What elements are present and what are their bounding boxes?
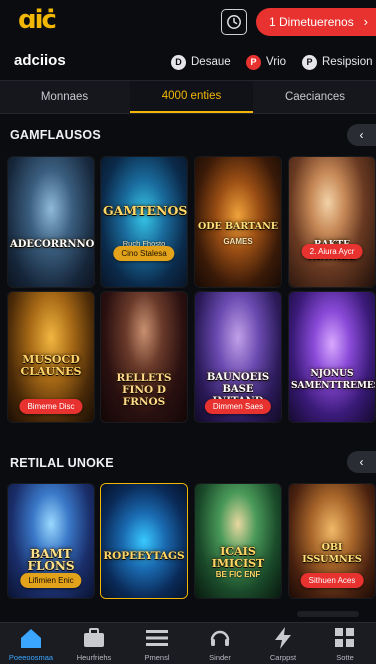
lightning-icon (271, 626, 295, 650)
nav-item-support[interactable]: Sinder (189, 623, 251, 664)
game-card-button[interactable]: Bimeme Disc (19, 399, 83, 414)
game-card-button-label: Lifimien Enic (28, 576, 74, 585)
game-card-title: MUSOCD CLAUNES (20, 353, 82, 378)
game-card-button[interactable]: Cino Stalesa (113, 246, 175, 261)
nav-item-label: Poeeoosmaa (8, 653, 54, 662)
section-scroll-button[interactable]: ‹ (347, 124, 376, 146)
game-card-button-label: Bimeme Disc (27, 402, 75, 411)
game-card-title: BAMT FLONS (27, 547, 75, 573)
game-card-title: GAMTENOS (103, 203, 187, 218)
game-card-title: NJONUS SAMENTTREMEST (291, 369, 375, 391)
vip-icon: P (246, 54, 261, 70)
sub-header: adciios D Desaue P Vrio P Resipsion (0, 44, 376, 80)
game-card-art (289, 157, 375, 287)
game-card[interactable]: ADECORRNNOS (8, 157, 94, 287)
bottom-navigation: Poeeoosmaa Heurfriehs Pmensl Sinder Carp… (0, 622, 376, 664)
top-header: ɑiċ 1 Dimetuerenos › (0, 0, 376, 44)
nav-item-label: Pmensl (144, 653, 170, 662)
game-card-title: ICAIS IMICIST (211, 545, 265, 570)
nav-item-label: Sinder (209, 653, 231, 662)
game-card-button-label: Dimmen Saes (212, 402, 264, 411)
promo-button-label: 1 Dimetuerenos (269, 15, 354, 29)
game-card[interactable]: ROPEEYTAGS (101, 484, 187, 598)
game-card-button-label: 2. Aiura Aycr (309, 247, 355, 256)
nav-item-label: Sotte (336, 653, 354, 662)
game-card-subtitle: BE FIC ENF (215, 570, 261, 579)
tab-label: 4000 enties (161, 90, 222, 102)
game-card-title: RELLETS FINO D FRNOS (116, 372, 172, 408)
brand-logo[interactable]: ɑiċ (18, 6, 57, 34)
nav-item-menu[interactable]: Pmensl (126, 623, 188, 664)
game-card-button-label: Cino Stalesa (121, 249, 167, 258)
game-card[interactable]: NJONUS SAMENTTREMEST (289, 292, 375, 422)
tab-enties[interactable]: 4000 enties (130, 81, 253, 113)
game-card-art (8, 157, 94, 287)
game-card[interactable]: BAKTE NINNIBE 2. Aiura Aycr (289, 157, 375, 287)
game-card-art (101, 484, 187, 598)
subnav-item-label: Resipsion (322, 56, 373, 68)
game-card[interactable]: BAUNOEIS BASE INITAND Dimmen Saes (195, 292, 281, 422)
chevron-left-icon: ‹ (359, 455, 364, 469)
game-card-button[interactable]: Lifimien Enic (20, 573, 82, 588)
nav-item-label: Heurfriehs (76, 653, 112, 662)
deposit-icon: D (171, 54, 186, 70)
nav-item-sport[interactable]: Carppst (252, 623, 314, 664)
subnav-item-deposit[interactable]: D Desaue (171, 53, 231, 71)
chevron-right-icon: › (363, 14, 368, 29)
history-button[interactable] (221, 9, 247, 35)
headset-icon (208, 626, 232, 650)
game-card-art (195, 484, 281, 598)
game-card-subtitle: GAMES (223, 237, 253, 246)
game-card[interactable]: MUSOCD CLAUNES Bimeme Disc (8, 292, 94, 422)
game-card-title: ADECORRNNOS (10, 239, 94, 250)
game-card[interactable]: ODE BARTANE GAMES (195, 157, 281, 287)
game-card-button-label: Sithuen Aces (308, 576, 356, 585)
subnav-item-vip[interactable]: P Vrio (246, 53, 286, 71)
nav-item-home[interactable]: Poeeoosmaa (0, 623, 62, 664)
game-card[interactable]: RELLETS FINO D FRNOS (101, 292, 187, 422)
category-tabs: Monnaes 4000 enties Caeciances (0, 80, 376, 114)
subnav-item-reception[interactable]: P Resipsion (302, 53, 373, 71)
tab-caeciances[interactable]: Caeciances (254, 81, 376, 113)
section-scroll-button[interactable]: ‹ (347, 451, 376, 473)
tab-label: Caeciances (284, 91, 346, 103)
game-card-art (101, 157, 187, 287)
subnav-item-label: Vrio (266, 56, 287, 68)
game-card-art (289, 292, 375, 422)
reception-icon: P (302, 54, 317, 70)
game-card[interactable]: ICAIS IMICIST BE FIC ENF (195, 484, 281, 598)
game-card-title: ODE BARTANE (197, 221, 279, 232)
game-card[interactable]: BAMT FLONS Lifimien Enic (8, 484, 94, 598)
game-card-title: OBI ISSUMNES (302, 542, 362, 565)
promo-button[interactable]: 1 Dimetuerenos › (256, 8, 376, 36)
tab-label: Monnaes (40, 91, 89, 103)
nav-item-favorites[interactable]: Heurfriehs (63, 623, 125, 664)
game-card[interactable]: GAMTENOS Ruch Fhosto Cino Stalesa (101, 157, 187, 287)
menu-icon (145, 626, 169, 650)
game-card[interactable]: OBI ISSUMNES Sithuen Aces (289, 484, 375, 598)
grid-icon (333, 626, 357, 650)
chevron-left-icon: ‹ (359, 128, 364, 142)
nav-item-label: Carppst (269, 653, 297, 662)
clock-icon (227, 15, 241, 29)
game-card-button[interactable]: 2. Aiura Aycr (301, 244, 363, 259)
game-card-button[interactable]: Sithuen Aces (300, 573, 364, 588)
subnav-item-label: Desaue (191, 56, 231, 68)
home-icon (19, 626, 43, 650)
page-title: adciios (14, 52, 66, 69)
game-card-button[interactable]: Dimmen Saes (204, 399, 272, 414)
section-title: RETILAL UNOKE (10, 456, 114, 470)
nav-item-more[interactable]: Sotte (314, 623, 376, 664)
briefcase-icon (82, 626, 106, 650)
scroll-indicator (297, 611, 359, 617)
game-card-title: ROPEEYTAGS (103, 550, 185, 562)
tab-monnaes[interactable]: Monnaes (0, 81, 129, 113)
section-title: GAMFLAUSOS (10, 128, 101, 142)
